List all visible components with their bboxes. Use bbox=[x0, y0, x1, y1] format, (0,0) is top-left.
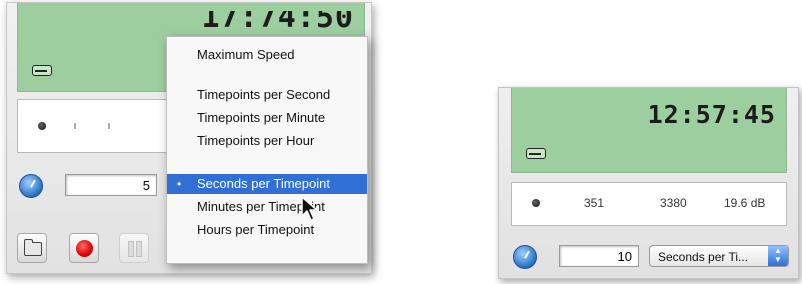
meter-tick bbox=[74, 123, 76, 129]
menu-item-timepoints-per-minute[interactable]: Timepoints per Minute bbox=[167, 108, 367, 128]
hdd-icon bbox=[32, 65, 54, 76]
interval-input[interactable]: 5 bbox=[65, 174, 157, 196]
chevron-updown-icon: ▲ ▼ bbox=[768, 246, 788, 266]
lcd-display: 12:57:45 bbox=[511, 88, 787, 173]
pause-icon bbox=[128, 241, 134, 257]
interval-input[interactable]: 10 bbox=[559, 245, 639, 267]
meter-tick bbox=[108, 123, 110, 129]
hdd-icon bbox=[526, 148, 548, 159]
cursor-arrow-icon bbox=[301, 196, 318, 221]
menu-item-timepoints-per-hour[interactable]: Timepoints per Hour bbox=[167, 131, 367, 151]
readout-value-db: 19.6 dB bbox=[724, 196, 766, 210]
pause-button[interactable] bbox=[119, 233, 149, 263]
clock-icon[interactable] bbox=[513, 245, 537, 269]
readout-value-1: 351 bbox=[584, 196, 605, 210]
readout-value-2: 3380 bbox=[660, 196, 687, 210]
level-dot-icon bbox=[38, 122, 46, 130]
clock-icon[interactable] bbox=[19, 174, 43, 198]
record-icon bbox=[76, 240, 93, 257]
time-readout: 17:74:50 bbox=[201, 0, 354, 35]
check-mark: • bbox=[177, 177, 182, 191]
record-button[interactable] bbox=[69, 233, 99, 263]
interval-unit-select[interactable]: Seconds per Ti... ▲ ▼ bbox=[649, 245, 789, 267]
menu-item-seconds-per-timepoint[interactable]: • Seconds per Timepoint bbox=[167, 174, 367, 194]
time-readout: 12:57:45 bbox=[647, 100, 776, 129]
interval-unit-menu: Maximum Speed Timepoints per Second Time… bbox=[166, 36, 368, 264]
folder-icon bbox=[24, 239, 42, 256]
folder-button[interactable] bbox=[17, 233, 47, 263]
menu-item-minutes-per-timepoint[interactable]: Minutes per Timepoint bbox=[167, 197, 367, 217]
level-readout: 351 3380 19.6 dB bbox=[511, 182, 787, 226]
menu-item-maximum-speed[interactable]: Maximum Speed bbox=[167, 45, 367, 65]
menu-item-timepoints-per-second[interactable]: Timepoints per Second bbox=[167, 85, 367, 105]
right-recorder-window: 12:57:45 351 3380 19.6 dB 10 Seconds per… bbox=[498, 87, 799, 279]
menu-item-hours-per-timepoint[interactable]: Hours per Timepoint bbox=[167, 220, 367, 240]
level-dot-icon bbox=[532, 199, 540, 207]
